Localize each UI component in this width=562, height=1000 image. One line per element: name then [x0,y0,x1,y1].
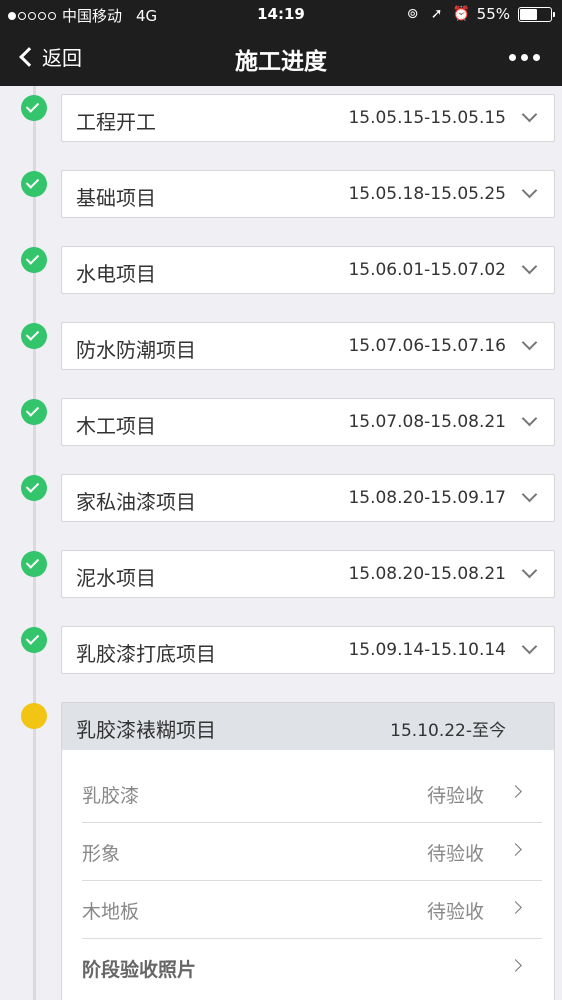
chevron-right-icon [509,901,522,914]
chevron-down-icon [521,182,538,199]
stage-card[interactable]: 家私油漆项目 15.08.20-15.09.17 [61,474,555,522]
battery-percent: 55% [476,5,510,23]
chevron-down-icon [521,258,538,275]
sub-item[interactable]: 阶段验收照片 [82,939,542,997]
nav-bar: 返回 施工进度 [0,30,562,86]
sub-item-status: 待验收 [426,785,484,807]
stage-date: 15.08.20-15.08.21 [348,564,506,584]
sub-item-name: 形象 [82,843,121,865]
alarm-icon: ⏰ [452,6,471,22]
timeline: 工程开工 15.05.15-15.05.15 基础项目 15.05.18-15.05.… [0,86,562,1000]
chevron-down-icon [521,334,538,351]
stage-name: 工程开工 [76,110,156,134]
sub-item[interactable]: 乳胶漆 待验收 [82,765,542,823]
rotation-lock-icon: ⊚ [406,6,419,22]
battery-fill [520,8,537,20]
check-circle-icon [21,627,47,653]
stage-date: 15.06.01-15.07.02 [348,260,506,280]
chevron-down-icon [521,638,538,655]
chevron-right-icon [509,843,522,856]
stage-name: 家私油漆项目 [76,490,196,514]
stage-card[interactable]: 水电项目 15.06.01-15.07.02 [61,246,555,294]
stage-row: 乳胶漆打底项目 15.09.14-15.10.14 [0,626,562,674]
current-stage-dot [21,703,47,729]
stage-row: 工程开工 15.05.15-15.05.15 [0,94,562,142]
stage-card[interactable]: 乳胶漆打底项目 15.09.14-15.10.14 [61,626,555,674]
check-circle-icon [21,171,47,197]
chevron-right-icon [509,785,522,798]
stage-card[interactable]: 木工项目 15.07.08-15.08.21 [61,398,555,446]
current-stage-name: 乳胶漆裱糊项目 [76,718,216,742]
sub-item-name: 木地板 [82,901,140,923]
status-right: ⊚ ➚ ⏰ 55% [405,5,555,23]
check-circle-icon [21,551,47,577]
stage-date: 15.09.14-15.10.14 [348,640,506,660]
stage-name: 泥水项目 [76,566,156,590]
stage-card[interactable]: 基础项目 15.05.18-15.05.25 [61,170,555,218]
status-bar: 中国移动 4G 14:19 ⊚ ➚ ⏰ 55% [0,0,562,30]
stage-row: 水电项目 15.06.01-15.07.02 [0,246,562,294]
check-circle-icon [21,323,47,349]
current-stage-header[interactable]: 乳胶漆裱糊项目 15.10.22-至今 [62,703,554,750]
stage-date: 15.05.18-15.05.25 [348,184,506,204]
chevron-down-icon [521,106,538,123]
stage-row: 泥水项目 15.08.20-15.08.21 [0,550,562,598]
more-dots-icon[interactable] [509,54,540,61]
check-circle-icon [21,399,47,425]
stage-card[interactable]: 工程开工 15.05.15-15.05.15 [61,94,555,142]
stage-date: 15.08.20-15.09.17 [348,488,506,508]
chevron-right-icon [509,959,522,972]
stage-card[interactable]: 泥水项目 15.08.20-15.08.21 [61,550,555,598]
check-circle-icon [21,95,47,121]
chevron-down-icon [521,562,538,579]
sub-item[interactable]: 木地板 待验收 [82,881,542,939]
stage-name: 水电项目 [76,262,156,286]
sub-item-status: 待验收 [426,901,484,923]
location-arrow-icon: ➚ [430,6,443,22]
chevron-down-icon [521,410,538,427]
stage-name: 木工项目 [76,414,156,438]
check-circle-icon [21,475,47,501]
timeline-line [33,86,36,1000]
page-title: 施工进度 [235,49,327,75]
stage-row: 防水防潮项目 15.07.06-15.07.16 [0,322,562,370]
sub-item-name: 乳胶漆 [82,785,140,807]
stage-row: 家私油漆项目 15.08.20-15.09.17 [0,474,562,522]
current-stage-card: 乳胶漆裱糊项目 15.10.22-至今 乳胶漆 待验收 形象 待验收 木地板 待验收 阶段验… [61,702,555,1000]
sub-item[interactable]: 形象 待验收 [82,823,542,881]
stage-row: 木工项目 15.07.08-15.08.21 [0,398,562,446]
check-circle-icon [21,247,47,273]
stage-card[interactable]: 防水防潮项目 15.07.06-15.07.16 [61,322,555,370]
current-stage-date: 15.10.22-至今 [390,721,506,741]
sub-item-name: 阶段验收照片 [82,959,197,981]
stage-name: 防水防潮项目 [76,338,196,362]
stage-date: 15.07.06-15.07.16 [348,336,506,356]
stage-date: 15.07.08-15.08.21 [348,412,506,432]
chevron-down-icon [521,486,538,503]
battery-icon [518,6,555,22]
stage-date: 15.05.15-15.05.15 [348,108,506,128]
stage-row: 基础项目 15.05.18-15.05.25 [0,170,562,218]
sub-item-status: 待验收 [426,843,484,865]
stage-name: 乳胶漆打底项目 [76,642,216,666]
stage-name: 基础项目 [76,186,156,210]
